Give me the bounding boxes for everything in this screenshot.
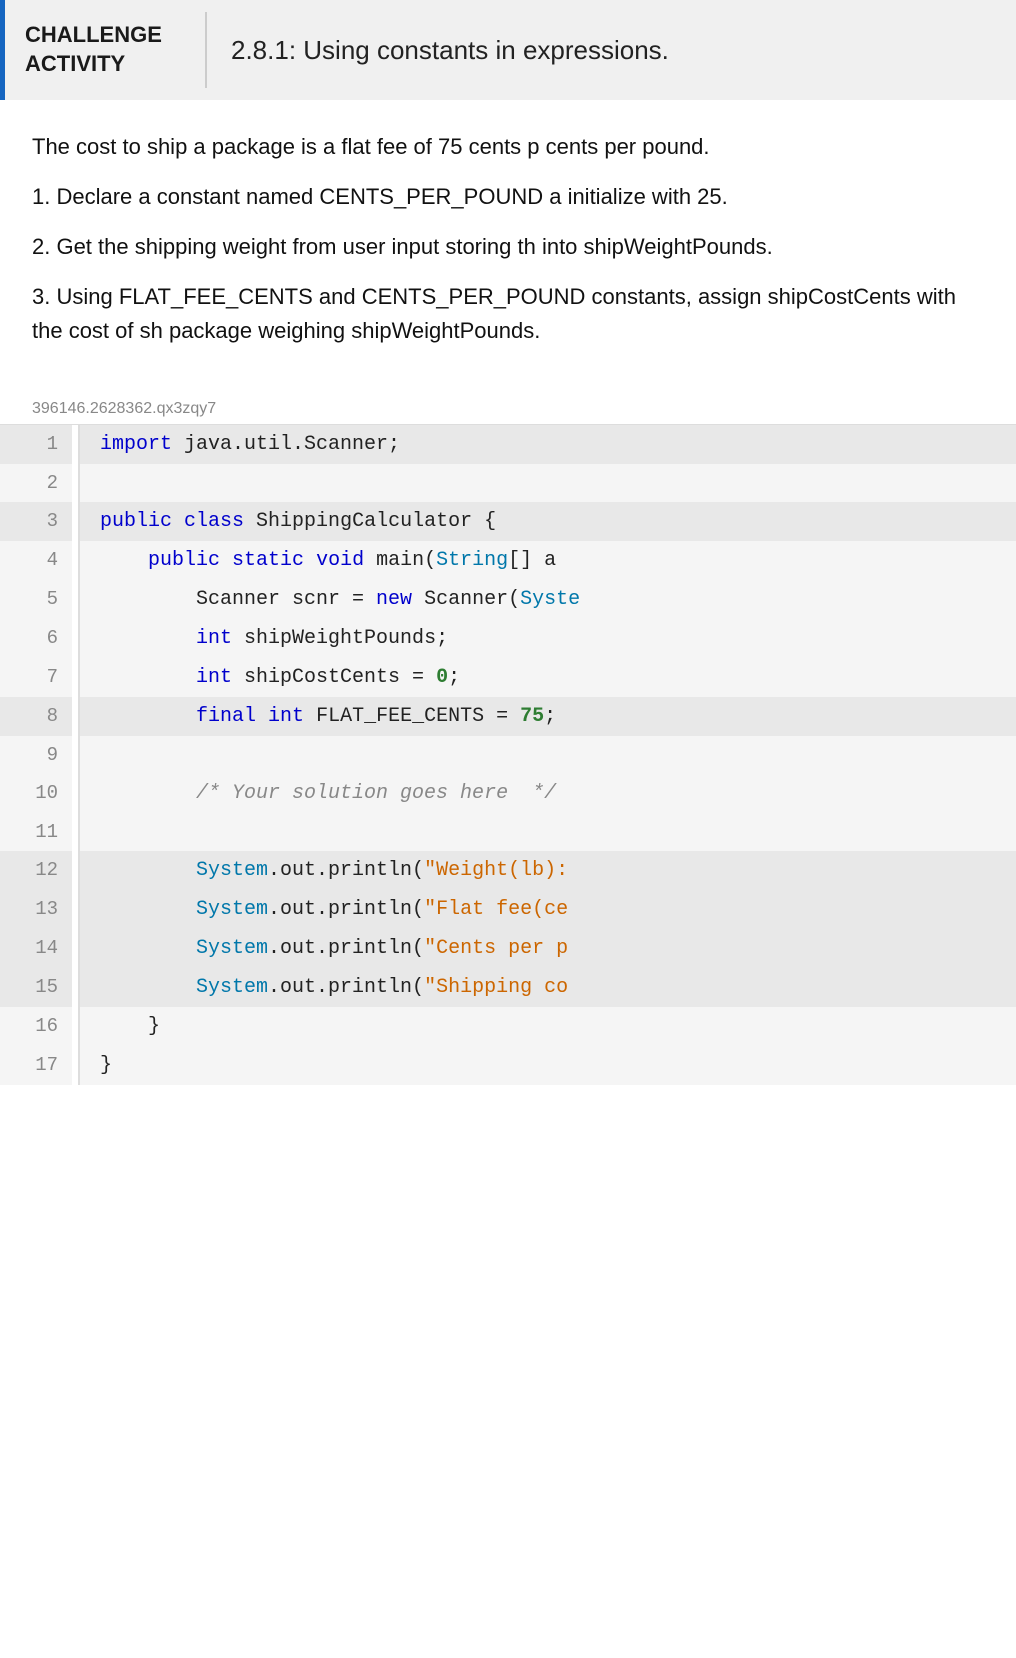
line-number-17: 17 (0, 1046, 72, 1084)
header-bar: CHALLENGE ACTIVITY 2.8.1: Using constant… (0, 0, 1016, 100)
line-content-4: public static void main(String[] a (80, 541, 556, 580)
code-line-3: 3 public class ShippingCalculator { (0, 502, 1016, 541)
code-line-14: 14 System.out.println("Cents per p (0, 929, 1016, 968)
code-line-13: 13 System.out.println("Flat fee(ce (0, 890, 1016, 929)
line-content-13: System.out.println("Flat fee(ce (80, 890, 568, 929)
line-content-1: import java.util.Scanner; (80, 425, 400, 464)
bottom-spacer (0, 1085, 1016, 1165)
line-gutter-14 (72, 929, 80, 968)
code-line-1: 1 import java.util.Scanner; (0, 425, 1016, 464)
line-gutter-15 (72, 968, 80, 1007)
line-number-15: 15 (0, 968, 72, 1006)
line-number-3: 3 (0, 502, 72, 540)
line-content-15: System.out.println("Shipping co (80, 968, 568, 1007)
line-gutter-12 (72, 851, 80, 890)
line-content-7: int shipCostCents = 0; (80, 658, 460, 697)
line-gutter-8 (72, 697, 80, 736)
description-para4: 3. Using FLAT_FEE_CENTS and CENTS_PER_PO… (32, 280, 984, 348)
line-content-2 (80, 464, 100, 480)
description-para3: 2. Get the shipping weight from user inp… (32, 230, 984, 264)
code-line-15: 15 System.out.println("Shipping co (0, 968, 1016, 1007)
line-number-4: 4 (0, 541, 72, 579)
code-line-17: 17 } (0, 1046, 1016, 1085)
code-line-16: 16 } (0, 1007, 1016, 1046)
challenge-line2: ACTIVITY (25, 50, 185, 79)
line-number-7: 7 (0, 658, 72, 696)
line-gutter-5 (72, 580, 80, 619)
line-gutter-7 (72, 658, 80, 697)
line-content-12: System.out.println("Weight(lb): (80, 851, 568, 890)
line-gutter-13 (72, 890, 80, 929)
code-editor: 1 import java.util.Scanner; 2 3 public c… (0, 424, 1016, 1085)
line-number-9: 9 (0, 736, 72, 774)
line-number-6: 6 (0, 619, 72, 657)
line-gutter-3 (72, 502, 80, 541)
line-content-9 (80, 736, 100, 752)
line-content-10: /* Your solution goes here */ (80, 774, 556, 813)
code-line-7: 7 int shipCostCents = 0; (0, 658, 1016, 697)
line-content-5: Scanner scnr = new Scanner(Syste (80, 580, 580, 619)
description-section: The cost to ship a package is a flat fee… (0, 100, 1016, 384)
line-number-12: 12 (0, 851, 72, 889)
line-content-14: System.out.println("Cents per p (80, 929, 568, 968)
line-number-8: 8 (0, 697, 72, 735)
code-line-2: 2 (0, 464, 1016, 502)
line-gutter-6 (72, 619, 80, 658)
code-line-11: 11 (0, 813, 1016, 851)
code-line-5: 5 Scanner scnr = new Scanner(Syste (0, 580, 1016, 619)
code-line-8: 8 final int FLAT_FEE_CENTS = 75; (0, 697, 1016, 736)
line-gutter-1 (72, 425, 80, 464)
description-para2: 1. Declare a constant named CENTS_PER_PO… (32, 180, 984, 214)
line-content-16: } (80, 1007, 160, 1046)
line-number-13: 13 (0, 890, 72, 928)
line-number-16: 16 (0, 1007, 72, 1045)
line-number-5: 5 (0, 580, 72, 618)
line-gutter-11 (72, 813, 80, 851)
line-content-3: public class ShippingCalculator { (80, 502, 496, 541)
line-number-1: 1 (0, 425, 72, 463)
code-line-10: 10 /* Your solution goes here */ (0, 774, 1016, 813)
line-content-11 (80, 813, 100, 829)
line-gutter-10 (72, 774, 80, 813)
line-gutter-17 (72, 1046, 80, 1085)
header-title: 2.8.1: Using constants in expressions. (207, 0, 693, 100)
code-line-9: 9 (0, 736, 1016, 774)
code-line-6: 6 int shipWeightPounds; (0, 619, 1016, 658)
problem-id: 396146.2628362.qx3zqy7 (0, 384, 1016, 424)
description-para1: The cost to ship a package is a flat fee… (32, 130, 984, 164)
line-gutter-4 (72, 541, 80, 580)
line-content-8: final int FLAT_FEE_CENTS = 75; (80, 697, 556, 736)
line-content-6: int shipWeightPounds; (80, 619, 448, 658)
line-number-2: 2 (0, 464, 72, 502)
line-gutter-2 (72, 464, 80, 502)
line-content-17: } (80, 1046, 112, 1085)
line-number-10: 10 (0, 774, 72, 812)
line-gutter-9 (72, 736, 80, 774)
line-gutter-16 (72, 1007, 80, 1046)
code-line-4: 4 public static void main(String[] a (0, 541, 1016, 580)
line-number-14: 14 (0, 929, 72, 967)
challenge-label: CHALLENGE ACTIVITY (5, 0, 205, 100)
challenge-line1: CHALLENGE (25, 21, 185, 50)
code-line-12: 12 System.out.println("Weight(lb): (0, 851, 1016, 890)
line-number-11: 11 (0, 813, 72, 851)
